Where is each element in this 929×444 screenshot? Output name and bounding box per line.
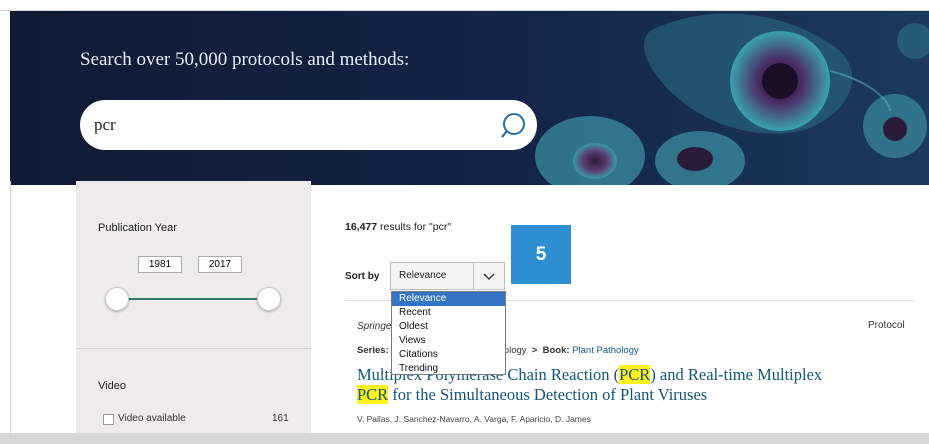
cell-illustration [535, 13, 929, 185]
bottom-bar [0, 433, 929, 444]
year-slider-track[interactable] [117, 298, 269, 300]
sort-option-trending[interactable]: Trending [392, 362, 505, 376]
search-icon [501, 113, 525, 138]
video-available-label[interactable]: Video available [118, 413, 186, 424]
breadcrumb-separator: > [531, 345, 538, 356]
video-available-checkbox[interactable] [103, 414, 114, 425]
sort-option-relevance[interactable]: Relevance [392, 292, 505, 306]
book-label: Book: [542, 345, 570, 356]
sort-option-recent[interactable]: Recent [392, 306, 505, 320]
chevron-down-icon [483, 273, 495, 280]
publication-year-heading: Publication Year [98, 222, 177, 234]
sort-label: Sort by [345, 271, 380, 282]
book-link[interactable]: Plant Pathology [572, 345, 639, 356]
result-authors: V. Pallas, J. Sanchez-Navarro, A. Varga,… [357, 414, 591, 424]
step-badge: 5 [511, 225, 571, 284]
results-query: results for "pcr" [377, 221, 452, 233]
title-text: ) and Real-time Multiplex [650, 365, 823, 384]
filter-divider [76, 348, 311, 349]
sort-option-citations[interactable]: Citations [392, 348, 505, 362]
hero-title: Search over 50,000 protocols and methods… [80, 49, 410, 70]
search-bar [80, 100, 537, 150]
year-slider-min-handle[interactable] [105, 287, 129, 311]
sort-option-oldest[interactable]: Oldest [392, 320, 505, 334]
filter-sidebar: Publication Year Video Video available 1… [76, 181, 311, 444]
title-highlight: PCR [357, 385, 389, 404]
sort-dropdown-menu: Relevance Recent Oldest Views Citations … [391, 291, 506, 375]
top-bar [0, 0, 929, 11]
year-slider-max-handle[interactable] [257, 287, 281, 311]
result-publisher: Springe [357, 321, 392, 332]
sort-selected-value: Relevance [399, 270, 447, 281]
year-to-input[interactable] [198, 256, 242, 273]
series-label: Series: [357, 345, 389, 356]
search-input[interactable] [94, 114, 474, 136]
year-from-input[interactable] [138, 256, 182, 273]
search-button[interactable] [498, 111, 528, 141]
results-summary: 16,477 results for "pcr" [345, 221, 451, 233]
video-available-count: 161 [272, 413, 289, 424]
title-highlight: PCR [619, 365, 651, 384]
title-text: for the Simultaneous Detection of Plant … [388, 385, 708, 404]
video-heading: Video [98, 380, 126, 392]
hero-banner: Search over 50,000 protocols and methods… [10, 11, 929, 185]
sort-option-views[interactable]: Views [392, 334, 505, 348]
left-edge [0, 181, 11, 444]
sort-dropdown-toggle[interactable] [473, 263, 505, 289]
sort-select[interactable]: Relevance [390, 262, 505, 290]
result-type: Protocol [868, 320, 905, 331]
results-count: 16,477 [345, 221, 378, 233]
